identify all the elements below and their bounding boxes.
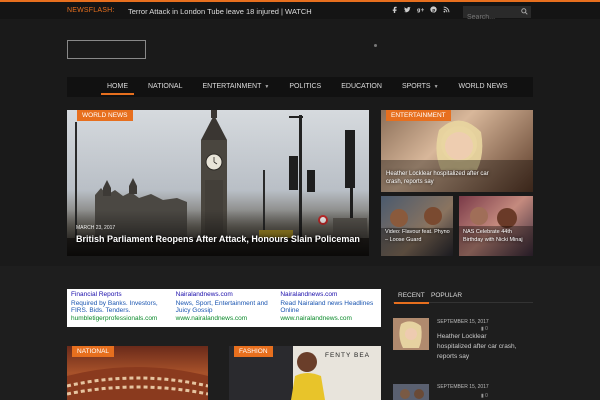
top-bar: NEWSFLASH: Terror Attack in London Tube … <box>0 2 600 24</box>
ad-unit[interactable]: Nairalandnews.com News, Sport, Entertain… <box>172 289 277 327</box>
comment-count-value: 0 <box>485 326 488 332</box>
nav-item-world-news[interactable]: WORLD NEWS <box>449 77 518 97</box>
comment-icon: ▮ <box>481 326 484 332</box>
post-title[interactable]: NAS Celebrate 44th Birthday with Nicki M… <box>463 229 531 244</box>
featured-small-story[interactable]: Video: Flavour feat. Phyno – Loose Guard <box>381 196 453 256</box>
image-text: FENTY BEA <box>325 352 371 359</box>
social-links: g+ p <box>391 6 450 13</box>
category-badge[interactable]: ENTERTAINMENT <box>386 110 451 121</box>
comment-count: ▮ 0 <box>481 393 488 399</box>
nav-item-sports[interactable]: SPORTS ▼ <box>392 77 449 97</box>
chevron-down-icon: ▼ <box>264 84 270 90</box>
comment-icon: ▮ <box>481 393 484 399</box>
comment-count-value: 0 <box>485 393 488 399</box>
tab-recent[interactable]: RECENT <box>394 289 429 304</box>
nav-item-label: WORLD NEWS <box>458 83 508 90</box>
ad-title[interactable]: Nairalandnews.com <box>176 291 273 299</box>
google-plus-icon[interactable]: g+ <box>417 6 424 13</box>
comment-count: ▮ 0 <box>481 326 488 332</box>
ad-title[interactable]: Nairalandnews.com <box>280 291 377 299</box>
ad-description: News, Sport, Entertainment and Juicy Gos… <box>175 299 268 314</box>
search-input[interactable] <box>463 11 519 24</box>
ad-url[interactable]: www.nairalandnews.com <box>280 315 377 323</box>
nav-item-national[interactable]: NATIONAL <box>138 77 193 97</box>
category-badge[interactable]: NATIONAL <box>72 346 115 357</box>
category-badge[interactable]: FASHION <box>234 346 273 357</box>
national-card[interactable]: NATIONAL <box>67 346 208 400</box>
nav-item-label: ENTERTAINMENT <box>202 83 262 90</box>
pinterest-icon[interactable]: p <box>430 6 437 13</box>
post-date: SEPTEMBER 15, 2017 <box>437 319 489 325</box>
svg-text:g+: g+ <box>417 8 424 13</box>
ad-url[interactable]: humbletigerprofessionals.com <box>71 315 168 323</box>
rss-icon[interactable] <box>443 6 450 13</box>
post-title[interactable]: Video: Flavour feat. Phyno – Loose Guard <box>385 229 451 244</box>
header-dot <box>374 44 377 47</box>
ad-description: Read Nairaland news Headlines Online <box>280 299 374 314</box>
ad-title[interactable]: Financial Reports <box>71 291 168 299</box>
svg-text:p: p <box>432 7 435 12</box>
nav-item-label: NATIONAL <box>148 83 183 90</box>
ad-url[interactable]: www.nairalandnews.com <box>176 315 273 323</box>
ad-unit[interactable]: Nairalandnews.com Read Nairaland news He… <box>276 289 381 327</box>
post-thumbnail <box>393 384 429 400</box>
featured-small-story[interactable]: NAS Celebrate 44th Birthday with Nicki M… <box>459 196 533 256</box>
post-thumbnail <box>393 318 429 350</box>
nav-item-label: POLITICS <box>289 83 322 90</box>
nav-item-label: EDUCATION <box>341 83 382 90</box>
site-logo[interactable] <box>67 40 146 59</box>
post-title[interactable]: Heather Locklear hospitalized after car … <box>386 170 504 186</box>
ad-banner: Financial Reports Required by Banks. Inv… <box>67 289 381 327</box>
ticker-headline[interactable]: Terror Attack in London Tube leave 18 in… <box>128 7 312 16</box>
ad-unit[interactable]: Financial Reports Required by Banks. Inv… <box>67 289 172 327</box>
post-title[interactable]: Heather Locklear hospitalized after car … <box>437 332 519 362</box>
article-photo <box>459 207 533 256</box>
featured-side-story[interactable]: ENTERTAINMENT Heather Locklear hospitali… <box>381 110 533 192</box>
nav-item-label: HOME <box>107 83 128 90</box>
post-date: MARCH 23, 2017 <box>76 225 116 231</box>
nav-item-label: SPORTS <box>401 83 431 90</box>
nav-item-home[interactable]: HOME <box>97 77 138 97</box>
category-badge[interactable]: WORLD NEWS <box>77 110 133 121</box>
nav-item-education[interactable]: EDUCATION <box>331 77 392 97</box>
sidebar-tabs: RECENT POPULAR <box>393 289 533 304</box>
nav-item-entertainment[interactable]: ENTERTAINMENT ▼ <box>193 77 280 97</box>
chevron-down-icon: ▼ <box>433 84 439 90</box>
ad-description: Required by Banks. Investors, FIRS. Bids… <box>71 299 158 314</box>
tab-popular[interactable]: POPULAR <box>431 289 462 303</box>
twitter-icon[interactable] <box>404 6 411 13</box>
article-photo <box>381 207 453 256</box>
post-date: SEPTEMBER 15, 2017 <box>437 384 489 390</box>
fashion-card[interactable]: FASHION FENTY BEA <box>229 346 381 400</box>
nav-item-politics[interactable]: POLITICS <box>279 77 331 97</box>
main-nav: HOME NATIONAL ENTERTAINMENT ▼ POLITICS ED… <box>67 77 533 97</box>
featured-main-story[interactable]: WORLD NEWS MARCH 23, 2017 British Parlia… <box>67 110 369 256</box>
post-title[interactable]: British Parliament Reopens After Attack,… <box>76 234 360 244</box>
facebook-icon[interactable] <box>391 6 398 13</box>
search-icon[interactable] <box>521 8 528 15</box>
search-box <box>463 6 531 24</box>
newsflash-label: NEWSFLASH: <box>67 7 115 14</box>
